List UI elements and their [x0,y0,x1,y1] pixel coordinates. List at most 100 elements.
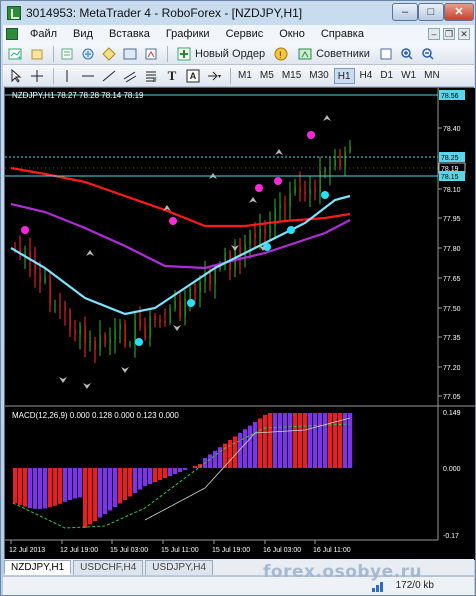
experts-button[interactable]: Советники [293,45,374,63]
magenta-signal-dot [169,217,177,225]
metatrader-window: 3014953: MetaTrader 4 - RoboForex - [NZD… [0,0,476,596]
macd-bar [278,413,283,468]
candle-body [314,188,316,193]
mdi-close-button[interactable]: ✕ [458,28,470,40]
macd-bar [108,468,113,511]
macd-bar [78,468,83,498]
vertical-line-icon[interactable] [58,68,76,84]
candle-body [74,329,76,334]
arrow-tool-icon[interactable] [205,68,223,84]
price-label: 77.20 [443,365,461,372]
candle-body [324,169,326,172]
metaeditor-icon[interactable]: ! [272,46,290,62]
macd-bar [83,468,88,528]
crosshair-icon[interactable] [28,68,46,84]
menu-charts[interactable]: Графики [158,28,218,40]
menu-view[interactable]: Вид [65,28,101,40]
market-watch-icon[interactable] [58,46,76,62]
toolbar-divider [230,67,231,84]
macd-bar [33,468,38,509]
menu-tools[interactable]: Сервис [218,28,272,40]
candle-body [194,288,196,293]
macd-bar [288,413,293,468]
menu-window[interactable]: Окно [271,28,313,40]
price-label: 77.95 [443,216,461,223]
data-window-icon[interactable] [79,46,97,62]
candle-body [209,272,211,285]
new-chart-icon[interactable]: + [7,46,25,62]
mdi-minimize-button[interactable]: – [428,28,440,40]
menu-help[interactable]: Справка [313,28,372,40]
navigator-icon[interactable] [100,46,118,62]
zoom-out-icon[interactable] [419,46,437,62]
close-button[interactable]: ✕ [444,3,474,21]
tab-usdjpy-h4[interactable]: USDJPY,H4 [145,560,214,575]
timeframe-h1[interactable]: H1 [333,67,355,84]
text-tool-icon[interactable]: T [163,68,181,84]
macd-bar [323,413,328,468]
timeframe-m30[interactable]: M30 [306,68,331,84]
macd-bar [53,468,58,506]
macd-bar [238,432,243,468]
maximize-button[interactable]: □ [418,3,444,21]
macd-bar [48,468,53,508]
macd-bar [258,418,263,468]
candle-body [174,300,176,309]
macd-bar [158,468,163,480]
macd-bar [243,429,248,468]
minimize-button[interactable]: – [392,3,418,21]
macd-bar [253,422,258,468]
new-order-button[interactable]: Новый Ордер [172,45,269,63]
trendline-icon[interactable] [100,68,118,84]
timeframe-h4[interactable]: H4 [357,68,376,84]
tester-icon[interactable] [142,46,160,62]
cyan-signal-dot [187,299,195,307]
menu-file[interactable]: Файл [22,28,65,40]
macd-bar [28,468,33,509]
timeframe-m5[interactable]: M5 [257,68,277,84]
tab-usdchf-h4[interactable]: USDCHF,H4 [73,560,144,575]
price-label: 77.35 [443,335,461,342]
chart-window[interactable]: 78.40 78.10 77.95 77.80 77.65 77.50 77.35 77.20… [4,87,475,560]
candle-body [14,247,16,249]
macd-bar [293,413,298,468]
macd-bar [143,468,148,486]
chart-window-icon[interactable] [6,28,18,40]
menu-insert[interactable]: Вставка [101,28,158,40]
mdi-restore-button[interactable]: ❐ [443,28,455,40]
macd-bar [148,468,153,484]
macd-bar [173,468,178,474]
price-tag-lower: 78.15 [441,174,459,181]
timeframe-m1[interactable]: M1 [235,68,255,84]
price-chart[interactable]: 78.40 78.10 77.95 77.80 77.65 77.50 77.35 77.20… [5,88,475,560]
timeframe-d1[interactable]: D1 [377,68,396,84]
macd-bar [88,468,93,525]
candle-body [304,191,306,195]
experts-icon [297,46,313,62]
timeframe-m15[interactable]: M15 [279,68,304,84]
horizontal-line-icon[interactable] [79,68,97,84]
tab-nzdjpy-h1[interactable]: NZDJPY,H1 [4,560,72,575]
macd-bar [168,468,173,476]
macd-bar [213,450,218,468]
macd-bar [273,413,278,468]
chart-options-icon[interactable] [377,46,395,62]
svg-text:+: + [17,53,22,61]
candle-body [39,273,41,283]
macd-bar [98,468,103,518]
timeframe-w1[interactable]: W1 [398,68,419,84]
cursor-icon[interactable] [7,68,25,84]
terminal-icon[interactable] [121,46,139,62]
text-tool-label: T [167,67,177,83]
candle-body [129,344,131,346]
menu-bar: Файл Вид Вставка Графики Сервис Окно Спр… [3,25,474,43]
channel-icon[interactable] [121,68,139,84]
timeframe-mn[interactable]: MN [421,68,443,84]
macd-bar [208,454,213,468]
fibonacci-icon[interactable]: F [142,68,160,84]
macd-bar [313,413,318,468]
zoom-in-icon[interactable] [398,46,416,62]
profiles-icon[interactable] [28,46,46,62]
text-label-icon[interactable]: A [184,68,202,84]
candle-body [154,316,156,321]
